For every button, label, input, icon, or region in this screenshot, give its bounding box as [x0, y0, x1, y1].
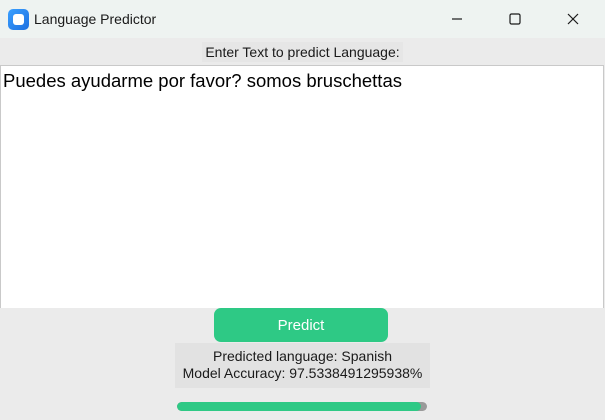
- text-input-area[interactable]: Puedes ayudarme por favor? somos brusche…: [0, 65, 604, 308]
- result-panel: Predicted language: Spanish Model Accura…: [175, 343, 430, 388]
- prompt-label: Enter Text to predict Language:: [202, 42, 403, 62]
- model-accuracy-label: Model Accuracy: 97.5338491295938%: [182, 365, 423, 381]
- predict-button[interactable]: Predict: [214, 308, 388, 342]
- maximize-icon: [509, 13, 521, 25]
- window-title: Language Predictor: [34, 11, 157, 27]
- predicted-language-label: Predicted language: Spanish: [212, 348, 393, 364]
- app-icon: [8, 9, 29, 30]
- accuracy-progress-fill: [177, 402, 421, 411]
- title-bar: Language Predictor: [0, 0, 605, 38]
- maximize-button[interactable]: [492, 0, 538, 38]
- accuracy-progress-bar: [177, 402, 427, 411]
- prompt-label-row: Enter Text to predict Language:: [0, 40, 605, 66]
- close-button[interactable]: [550, 0, 596, 38]
- minimize-button[interactable]: [434, 0, 480, 38]
- minimize-icon: [452, 18, 462, 20]
- close-icon: [567, 13, 579, 25]
